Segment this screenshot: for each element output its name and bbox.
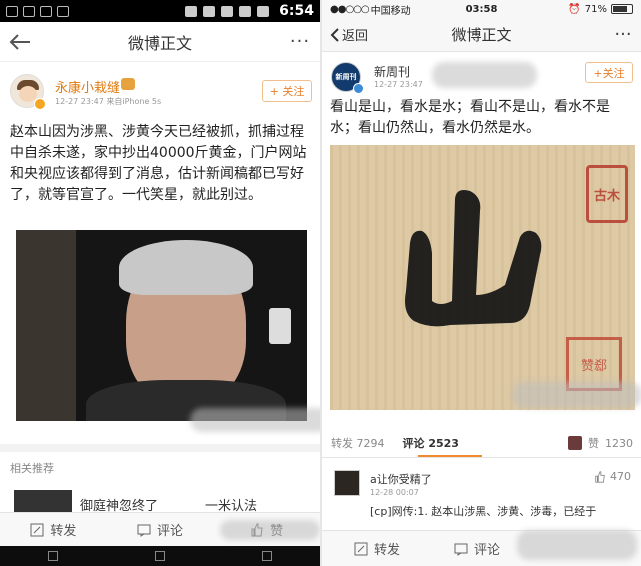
home-icon[interactable] xyxy=(154,551,165,561)
post-photo[interactable] xyxy=(16,230,307,421)
post-text: 赵本山因为涉黑、涉黄今天已经被抓，抓捕过程中自杀未遂，家中抄出40000斤黄金，… xyxy=(10,124,307,203)
more-options-button[interactable]: ··· xyxy=(605,24,641,45)
follow-button[interactable]: + 关注 xyxy=(262,80,312,102)
status-bar: 6:54 xyxy=(0,0,320,22)
comment-button[interactable]: 评论 xyxy=(107,520,214,539)
menu-icon[interactable] xyxy=(48,551,59,561)
repost-icon xyxy=(30,523,44,536)
post-meta: 12-27 23:47 xyxy=(374,80,423,89)
related-title: 相关推荐 xyxy=(10,462,54,475)
comment-button[interactable]: 评论 xyxy=(454,539,500,558)
comment-text: [cp]网传:1. 赵本山涉黑、涉黄、涉毒，已经于 xyxy=(370,505,597,518)
post-meta: 12-27 23:47 来自iPhone 5s xyxy=(55,97,162,106)
post-image-calligraphy[interactable]: 古木 赞郄 xyxy=(330,145,635,410)
post-text: 看山是山，看水是水；看山不是山，看水不是水；看山仍然山，看水仍然是水。 xyxy=(330,99,610,136)
nav-bar: 微博正文 ··· xyxy=(0,22,320,62)
alarm-icon xyxy=(203,5,216,17)
comment-tab[interactable]: 评论 2523 xyxy=(403,435,459,451)
post-stats: 转发 7294 评论 2523 赞 1230 xyxy=(322,431,641,455)
repost-button[interactable]: 转发 xyxy=(0,520,107,539)
battery-icon xyxy=(611,4,633,14)
system-icons: 6:54 xyxy=(185,3,314,19)
verified-badge-icon xyxy=(34,98,46,110)
android-nav-bar xyxy=(0,546,320,566)
blurred-watermark xyxy=(220,520,320,540)
vibrate-icon xyxy=(185,5,198,17)
carrier-name: 中国移动 xyxy=(370,5,411,17)
tab-divider xyxy=(322,457,641,458)
status-bar: ●●○○○ 中国移动 03:58 ⏰ 71% xyxy=(322,0,641,18)
blurred-watermark xyxy=(512,382,641,408)
chevron-left-icon xyxy=(330,27,339,42)
back-arrow-icon xyxy=(9,33,30,50)
left-screenshot: 6:54 微博正文 ··· 永康小栽缝 12-27 23:47 来自iPhone… xyxy=(0,0,320,566)
comment-icon xyxy=(137,524,151,537)
back-button[interactable] xyxy=(0,22,40,62)
verified-badge-icon xyxy=(353,83,364,94)
comment-time: 12-28 00:07 xyxy=(370,488,419,497)
thumbs-up-icon xyxy=(595,470,605,483)
blurred-watermark xyxy=(517,530,637,560)
right-screenshot: ●●○○○ 中国移动 03:58 ⏰ 71% 返回 微博正文 ··· 新周刊 新… xyxy=(322,0,641,566)
liker-avatar xyxy=(568,436,582,450)
alarm-icon: ⏰ xyxy=(568,3,581,15)
status-time: 6:54 xyxy=(279,3,314,19)
wifi-icon xyxy=(221,5,234,17)
comment-author[interactable]: a让你受精了 xyxy=(370,471,432,487)
battery-icon xyxy=(257,5,270,17)
nav-bar: 返回 微博正文 ··· xyxy=(322,18,641,52)
signal-dots-icon: ●●○○○ xyxy=(330,3,370,15)
more-options-button[interactable]: ··· xyxy=(280,31,320,52)
post-author: 永康小栽缝 12-27 23:47 来自iPhone 5s + 关注 xyxy=(0,66,320,110)
blurred-watermark xyxy=(432,62,537,88)
repost-tab[interactable]: 转发 7294 xyxy=(331,435,385,451)
battery-percent: 71% xyxy=(584,3,607,15)
author-name[interactable]: 永康小栽缝 xyxy=(55,77,120,96)
vip-crown-icon xyxy=(121,78,135,90)
comment-avatar[interactable] xyxy=(334,470,360,496)
section-divider xyxy=(0,444,320,452)
repost-icon xyxy=(354,542,368,555)
like-tab[interactable]: 赞 1230 xyxy=(568,435,633,451)
page-title: 微博正文 xyxy=(451,26,512,44)
comment-like-button[interactable]: 470 xyxy=(594,470,631,483)
comment-icon xyxy=(454,543,468,556)
repost-button[interactable]: 转发 xyxy=(354,539,400,558)
back-button[interactable]: 返回 xyxy=(322,25,368,44)
author-name[interactable]: 新周刊 xyxy=(374,63,410,80)
notification-icons xyxy=(6,5,69,17)
page-title: 微博正文 xyxy=(127,33,192,53)
follow-button[interactable]: +关注 xyxy=(585,62,633,83)
blurred-watermark xyxy=(190,408,320,432)
seal-stamp: 古木 xyxy=(586,165,628,223)
recent-apps-icon[interactable] xyxy=(261,551,272,561)
signal-icon xyxy=(239,5,252,17)
